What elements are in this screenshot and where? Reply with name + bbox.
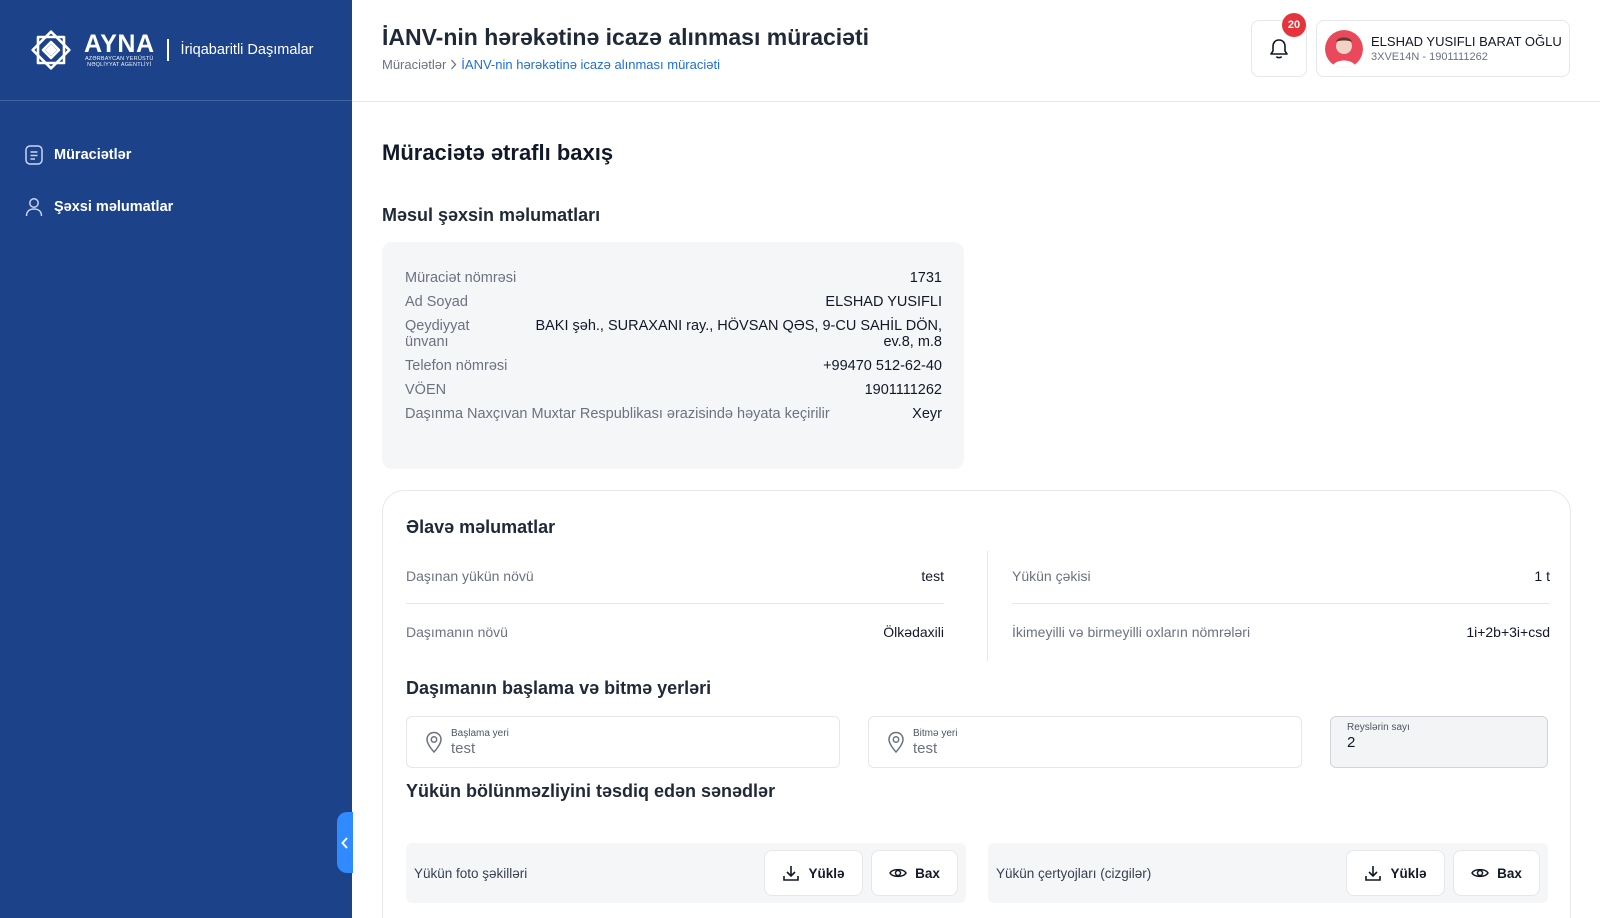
user-name: ELSHAD YUSIFLI BARAT OĞLU [1371,34,1562,49]
breadcrumb: Müraciətlər İANV-nin hərəkətinə icazə al… [382,57,720,72]
view-button[interactable]: Bax [1453,850,1540,896]
trips-count-field[interactable]: Reyslərin sayı 2 [1330,716,1548,768]
page-title: İANV-nin hərəkətinə icazə alınması mürac… [382,24,870,50]
weight-row: Yükün çəkisi 1 t [1012,549,1550,604]
responsible-person-title: Məsul şəxsin məlumatları [382,205,601,225]
document-label: Yükün çertyojları (cizgilər) [996,865,1152,881]
additional-info-title: Əlavə məlumatlar [406,517,556,537]
location-pin-icon [887,731,905,753]
transport-type-value: Ölkədaxili [883,623,944,640]
start-location-label: Başlama yeri [451,727,509,739]
trips-count-value: 2 [1347,734,1356,751]
sidebar-item-label: Şəxsi məlumatlar [54,199,174,215]
avatar [1325,29,1363,68]
info-row: Ad Soyad ELSHAD YUSIFLI [405,294,942,310]
main-content: Müraciətə ətraflı baxış Məsul şəxsin məl… [352,102,1600,918]
cargo-type-value: test [921,568,944,584]
user-id: 3XVE14N - 1901111262 [1371,51,1488,63]
breadcrumb-root[interactable]: Müraciətlər [382,57,446,72]
cargo-type-row: Daşınan yükün növü test [406,549,944,604]
sidebar-item-personal-info[interactable]: Şəxsi məlumatlar [0,181,352,233]
info-row: Müraciət nömrəsi 1731 [405,270,942,286]
breadcrumb-current[interactable]: İANV-nin hərəkətinə icazə alınması mürac… [461,57,720,72]
logo-word: AYNA [84,30,155,58]
info-value: 1901111262 [864,382,942,398]
axles-label: İkimeyilli və birmeyilli oxların nömrələ… [1012,623,1251,640]
user-profile-menu[interactable]: ELSHAD YUSIFLI BARAT OĞLU 3XVE14N - 1901… [1316,20,1570,77]
eye-icon [1471,868,1489,878]
info-label: VÖEN [405,382,447,398]
axles-value: 1i+2b+3i+csd [1466,623,1550,640]
chevron-left-icon [341,836,348,849]
info-value: 1731 [909,270,942,286]
download-icon [1365,866,1382,881]
trips-count-label: Reyslərin sayı [1347,722,1410,733]
download-icon [783,866,800,881]
cargo-type-label: Daşınan yükün növü [406,568,534,584]
info-label: Telefon nömrəsi [405,358,508,374]
start-location-value: test [451,739,476,757]
responsible-person-card: Müraciət nömrəsi 1731 Ad Soyad ELSHAD YU… [382,242,964,469]
sidebar-nav: Müraciətlər Şəxsi məlumatlar [0,101,352,233]
user-info: ELSHAD YUSIFLI BARAT OĞLU 3XVE14N - 1901… [1371,34,1562,63]
info-value: Xeyr [912,406,942,422]
axles-row: İkimeyilli və birmeyilli oxların nömrələ… [1012,604,1550,659]
view-button-label: Bax [1497,865,1522,881]
chevron-right-icon [450,59,457,70]
start-location-field[interactable]: Başlama yeri test [406,716,840,768]
info-label: Daşınma Naxçıvan Muxtar Respublikası əra… [405,406,830,422]
ayna-logo-icon[interactable] [24,23,78,77]
upload-button-label: Yüklə [1390,865,1427,881]
weight-label: Yükün çəkisi [1012,568,1091,584]
info-row: Telefon nömrəsi +99470 512-62-40 [405,358,942,374]
user-icon [24,197,44,217]
info-value: BAKI şəh., SURAXANI ray., HÖVSAN QƏS, 9-… [535,318,942,350]
logo-divider [166,39,169,61]
app-name: İriqabaritli Daşımalar [180,42,314,58]
view-button-label: Bax [915,865,940,881]
weight-value: 1 t [1534,568,1550,584]
sidebar-item-applications[interactable]: Müraciətlər [0,129,352,181]
logo-text: AYNA AZƏRBAYCAN YERÜSTÜ NƏQLİYYAT AGENTL… [84,30,155,69]
column-divider [987,551,988,661]
sidebar-header: AYNA AZƏRBAYCAN YERÜSTÜ NƏQLİYYAT AGENTL… [0,0,352,101]
transport-type-label: Daşımanın növü [406,623,508,640]
document-list-icon [24,145,44,165]
upload-button[interactable]: Yüklə [1346,850,1445,896]
upload-button[interactable]: Yüklə [764,850,863,896]
info-row: Qeydiyyat ünvanı BAKI şəh., SURAXANI ray… [405,318,942,350]
info-row: VÖEN 1901111262 [405,382,942,398]
notifications-button[interactable]: 20 [1251,13,1307,77]
sidebar: AYNA AZƏRBAYCAN YERÜSTÜ NƏQLİYYAT AGENTL… [0,0,352,918]
notification-count-badge: 20 [1282,13,1306,37]
info-label: Ad Soyad [405,294,468,310]
info-value: ELSHAD YUSIFLI [825,294,942,310]
info-row: Daşınma Naxçıvan Muxtar Respublikası əra… [405,406,942,422]
document-row-photos: Yükün foto şəkilləri Yüklə Bax [406,843,966,903]
top-header: İANV-nin hərəkətinə icazə alınması mürac… [352,0,1600,102]
eye-icon [889,868,907,878]
sidebar-collapse-button[interactable] [337,812,353,873]
end-location-value: test [913,739,938,757]
documents-title: Yükün bölünməzliyini təsdiq edən sənədlə… [406,781,776,801]
sidebar-item-label: Müraciətlər [54,147,132,163]
info-value: +99470 512-62-40 [823,358,942,374]
logo-subtitle-2: NƏQLİYYAT AGENTLİYİ [87,62,152,68]
transport-type-row: Daşımanın növü Ölkədaxili [406,604,944,659]
upload-button-label: Yüklə [808,865,845,881]
end-location-field[interactable]: Bitmə yeri test [868,716,1302,768]
bell-icon [1270,38,1288,58]
end-location-label: Bitmə yeri [913,727,958,739]
document-label: Yükün foto şəkilləri [414,865,528,881]
route-title: Daşımanın başlama və bitmə yerləri [406,678,712,698]
additional-info-card: Əlavə məlumatlar Daşınan yükün növü test… [382,490,1571,918]
view-button[interactable]: Bax [871,850,958,896]
section-title: Müraciətə ətraflı baxış [382,140,614,165]
info-label: Müraciət nömrəsi [405,270,517,286]
location-pin-icon [425,731,443,753]
document-row-drawings: Yükün çertyojları (cizgilər) Yüklə Bax [988,843,1548,903]
info-label: Qeydiyyat ünvanı [405,318,470,350]
